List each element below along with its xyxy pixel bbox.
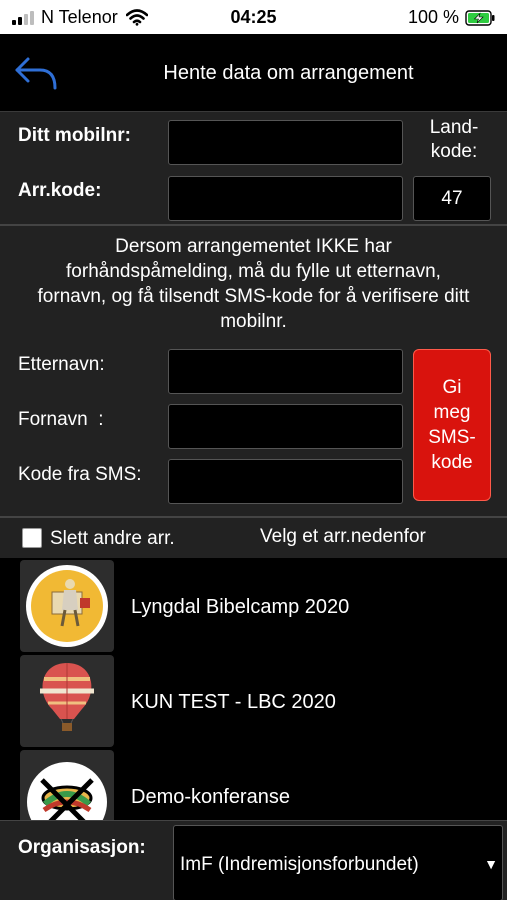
info-line: Dersom arrangementet IKKE har — [115, 236, 392, 257]
organization-bar: Organisasjon: ImF (Indremisjonsforbundet… — [0, 820, 507, 900]
event-name: KUN TEST - LBC 2020 — [131, 691, 336, 713]
sms-button-line: Gi — [442, 377, 462, 398]
list-item[interactable]: Demo-konferanse — [0, 748, 507, 820]
event-code-label: Arr.kode: — [18, 180, 102, 201]
page-title: Hente data om arrangement — [163, 62, 414, 84]
organization-selected: ImF (Indremisjonsforbundet) — [180, 854, 419, 875]
info-line: forhåndspåmelding, må du fylle ut ettern… — [66, 261, 441, 282]
sms-button-line: SMS- — [428, 427, 476, 448]
nav-bar: Hente data om arrangement — [0, 34, 507, 112]
info-text: Dersom arrangementet IKKE har forhåndspå… — [0, 234, 507, 334]
sms-button-line: kode — [431, 452, 473, 473]
hot-air-balloon-icon — [20, 655, 114, 747]
battery-charging-icon — [465, 9, 495, 26]
lastname-input[interactable] — [168, 349, 403, 394]
event-name: Demo-konferanse — [131, 786, 290, 808]
choose-event-hint: Velg et arr.nedenfor — [260, 526, 426, 547]
info-line: mobilnr. — [220, 311, 287, 332]
event-list[interactable]: Lyngdal Bibelcamp 2020 KUN TEST - LBC 20… — [0, 558, 507, 820]
info-line: fornavn, og få tilsendt SMS-kode for å v… — [37, 286, 470, 307]
sms-code-input[interactable] — [168, 459, 403, 504]
sms-code-label: Kode fra SMS: — [18, 464, 142, 485]
organization-label: Organisasjon: — [18, 837, 146, 858]
send-sms-code-button[interactable]: Gi meg SMS- kode — [413, 349, 491, 501]
mobile-label: Ditt mobilnr: — [18, 125, 131, 146]
event-code-input[interactable] — [168, 176, 403, 221]
country-code-label-line1: Land- — [429, 117, 479, 138]
demo-logo-icon — [20, 750, 114, 820]
firstname-label: Fornavn : — [18, 409, 104, 430]
list-item[interactable]: KUN TEST - LBC 2020 — [0, 653, 507, 748]
sms-button-line: meg — [433, 402, 471, 423]
country-code-label-line2: kode: — [430, 141, 478, 162]
country-code-label: Land- kode: — [412, 116, 496, 164]
battery-percent: 100 % — [407, 7, 459, 27]
dropdown-caret-icon: ▼ — [484, 856, 498, 872]
firstname-input[interactable] — [168, 404, 403, 449]
mobile-input[interactable] — [168, 120, 403, 165]
status-bar: N Telenor 04:25 100 % — [0, 0, 507, 34]
verify-panel: Dersom arrangementet IKKE har forhåndspå… — [0, 226, 507, 518]
delete-others-label: Slett andre arr. — [50, 528, 175, 549]
country-code-input[interactable]: 47 — [413, 176, 491, 221]
delete-others-checkbox[interactable] — [22, 528, 42, 548]
event-name: Lyngdal Bibelcamp 2020 — [131, 596, 350, 618]
organization-select[interactable]: ImF (Indremisjonsforbundet) ▼ — [173, 825, 503, 900]
login-panel: Ditt mobilnr: Land- kode: Arr.kode: 47 — [0, 112, 507, 226]
status-right: 100 % — [408, 7, 495, 28]
bibelcamp-logo-icon — [20, 560, 114, 652]
list-item[interactable]: Lyngdal Bibelcamp 2020 — [0, 558, 507, 653]
lastname-label: Etternavn: — [18, 354, 105, 375]
options-bar: Slett andre arr. Velg et arr.nedenfor — [0, 518, 507, 558]
